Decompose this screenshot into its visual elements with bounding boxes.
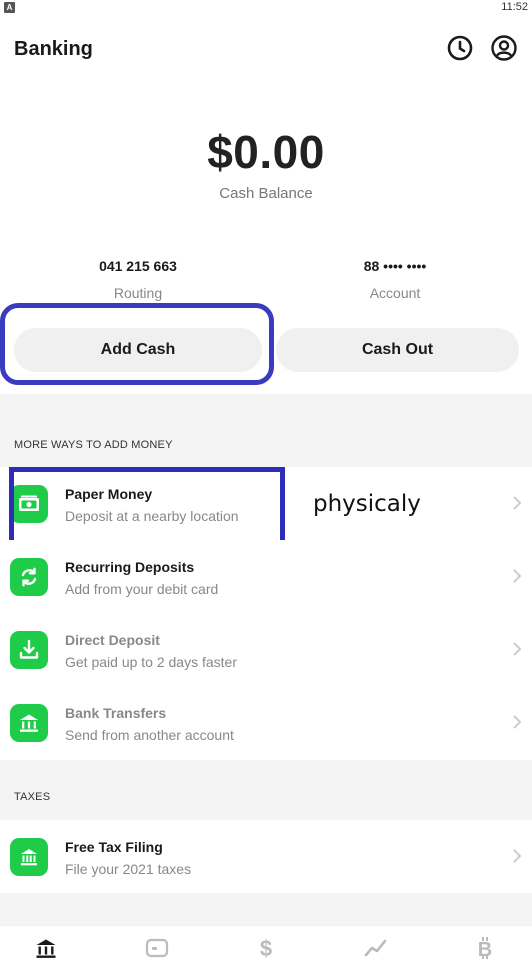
list-item-subtitle: Add from your debit card [65, 581, 219, 597]
bottom-nav: $ B [0, 925, 532, 970]
annotation-highlight-add-cash [0, 303, 274, 385]
annotation-highlight-paper-money [9, 467, 285, 547]
header: Banking [0, 30, 532, 70]
account-number: 88 •••• •••• [363, 258, 427, 274]
section-separator [0, 893, 532, 925]
bitcoin-icon[interactable]: B [473, 936, 497, 961]
section-title-more-ways: MORE WAYS TO ADD MONEY [14, 439, 173, 451]
investing-icon[interactable] [364, 936, 388, 960]
list-item-title: Bank Transfers [65, 705, 167, 721]
tax-building-icon [10, 838, 48, 876]
history-clock-icon[interactable] [446, 34, 474, 62]
routing-number: 041 215 663 [99, 258, 177, 274]
dollar-icon[interactable]: $ [254, 936, 278, 961]
account-info[interactable]: 88 •••• •••• Account [262, 258, 528, 301]
profile-icon[interactable] [490, 34, 518, 62]
status-time: 11:52 [501, 1, 528, 13]
chevron-right-icon [513, 849, 522, 863]
svg-text:B: B [478, 939, 492, 960]
chevron-right-icon [513, 715, 522, 729]
list-item-free-tax-filing[interactable]: Free Tax Filing File your 2021 taxes [0, 820, 532, 893]
list-item-title: Free Tax Filing [65, 839, 163, 855]
section-title-taxes: TAXES [14, 791, 51, 803]
balance-section: $0.00 Cash Balance [0, 125, 532, 202]
list-item-direct-deposit[interactable]: Direct Deposit Get paid up to 2 days fas… [0, 613, 532, 686]
list-item-subtitle: Send from another account [65, 727, 234, 743]
list-item-title: Recurring Deposits [65, 559, 195, 575]
annotation-text: physicaly [313, 491, 421, 517]
list-item-bank-transfers[interactable]: Bank Transfers Send from another account [0, 686, 532, 759]
account-label: Account [369, 285, 421, 301]
chevron-right-icon [513, 496, 522, 510]
download-icon [10, 631, 48, 669]
section-separator [0, 760, 532, 820]
cash-out-button[interactable]: Cash Out [276, 328, 519, 372]
status-bar: A 11:52 [0, 0, 532, 16]
bank-icon [10, 704, 48, 742]
routing-label: Routing [113, 285, 163, 301]
svg-text:$: $ [260, 936, 272, 960]
list-item-subtitle: Get paid up to 2 days faster [65, 654, 237, 670]
app-badge-icon: A [4, 2, 15, 13]
recurring-icon [10, 558, 48, 596]
card-icon[interactable] [145, 936, 169, 960]
cash-balance-label: Cash Balance [219, 185, 313, 202]
banking-icon[interactable] [34, 936, 58, 960]
list-item-recurring-deposits[interactable]: Recurring Deposits Add from your debit c… [0, 540, 532, 613]
routing-info[interactable]: 041 215 663 Routing [5, 258, 271, 301]
list-item-title: Direct Deposit [65, 632, 160, 648]
section-separator [0, 394, 532, 467]
page-title: Banking [14, 38, 93, 60]
chevron-right-icon [513, 569, 522, 583]
list-item-subtitle: File your 2021 taxes [65, 861, 192, 877]
chevron-right-icon [513, 642, 522, 656]
cash-balance-amount: $0.00 [207, 126, 325, 178]
